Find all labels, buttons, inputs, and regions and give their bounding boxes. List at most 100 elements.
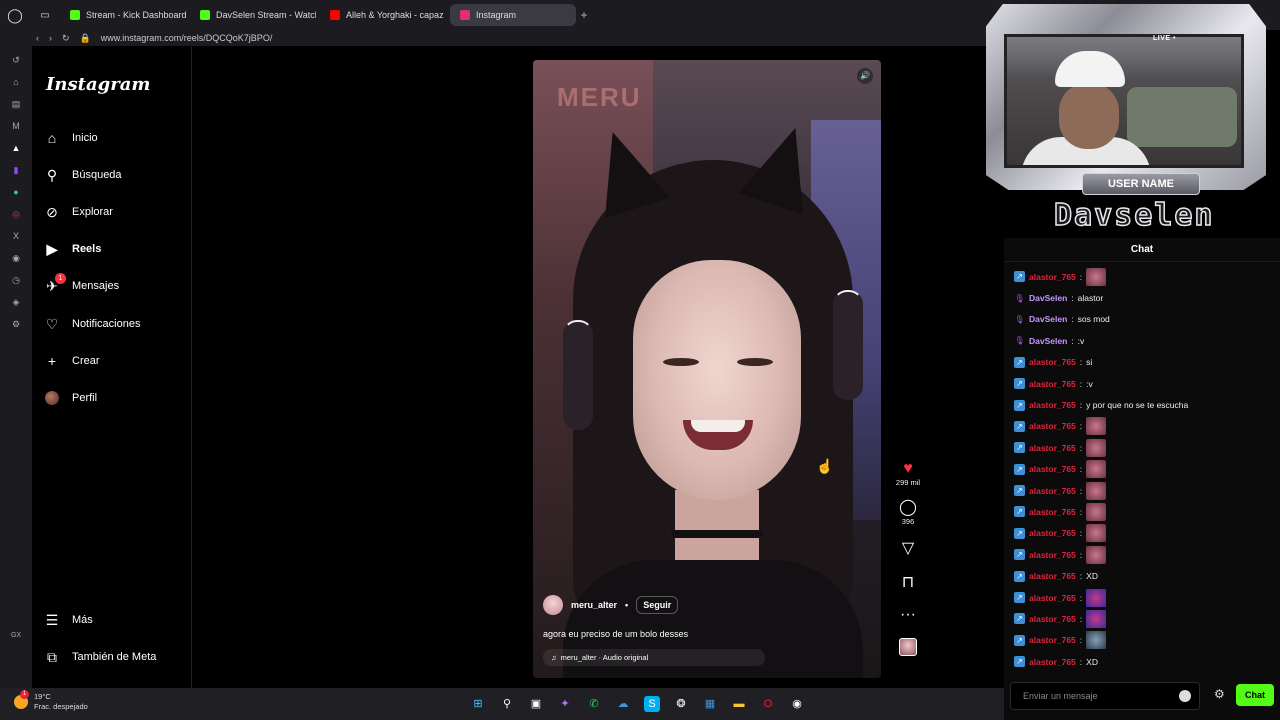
nav-explorar[interactable]: ⊘ Explorar	[44, 204, 113, 220]
chat-send-button[interactable]: Chat	[1236, 684, 1274, 706]
chat-username[interactable]: alastor_765	[1029, 571, 1076, 581]
like-button[interactable]: ♥ 299 mil	[896, 460, 920, 487]
author-avatar[interactable]	[543, 595, 563, 615]
settings-icon[interactable]: ⚙	[10, 318, 22, 330]
chat-colon: :	[1079, 656, 1083, 667]
chat-message: ↗ alastor_765:	[1014, 523, 1270, 544]
nav-mas[interactable]: ☰ Más	[44, 612, 93, 628]
browser-tab[interactable]: DavSelen Stream - Watch	[190, 4, 316, 26]
hand-cursor-icon: ☝	[816, 458, 834, 474]
chat-settings-icon[interactable]: ⚙	[1214, 687, 1225, 701]
nav-notificaciones[interactable]: ♡ Notificaciones	[44, 316, 141, 332]
obs-icon[interactable]: ◉	[789, 696, 805, 712]
chat-username[interactable]: alastor_765	[1029, 507, 1076, 517]
new-tab-button[interactable]: +	[576, 7, 592, 23]
tab-favicon-icon	[70, 10, 80, 20]
chat-username[interactable]: DavSelen	[1029, 314, 1067, 324]
browser-tab[interactable]: Alleh & Yorghaki - capaz	[320, 4, 446, 26]
file-explorer-icon[interactable]: ▬	[731, 696, 747, 712]
reel-video[interactable]: MERU 🔊 meru_alter • Seguir agora eu prec…	[533, 60, 881, 678]
comment-button[interactable]: ◯ 396	[899, 499, 917, 526]
chat-username[interactable]: alastor_765	[1029, 593, 1076, 603]
twitch-icon[interactable]: ▮	[10, 164, 22, 176]
webcam-feed	[1004, 34, 1244, 168]
nav-meta[interactable]: ⧉ También de Meta	[44, 649, 156, 665]
store-icon[interactable]: ▦	[702, 696, 718, 712]
follow-button[interactable]: Seguir	[636, 596, 679, 614]
tab-list: Stream - Kick Dashboard DavSelen Stream -…	[60, 4, 576, 26]
clock-icon[interactable]: ◷	[10, 274, 22, 286]
instagram-logo[interactable]: Instagram	[46, 74, 150, 95]
windows-start-icon[interactable]: ⊞	[470, 696, 486, 712]
nav-label: Mensajes	[72, 280, 120, 292]
m-app-icon[interactable]: M	[10, 120, 22, 132]
whatsapp-icon[interactable]: ✆	[586, 696, 602, 712]
history-icon[interactable]: ↺	[10, 54, 22, 66]
audio-thumbnail[interactable]	[899, 638, 917, 656]
nav-mensajes[interactable]: ✈ 1 Mensajes	[44, 273, 120, 294]
nav-crear[interactable]: + Crear	[44, 353, 100, 369]
back-icon[interactable]: ‹	[36, 33, 39, 43]
browser-tab[interactable]: Stream - Kick Dashboard	[60, 4, 186, 26]
chat-username[interactable]: alastor_765	[1029, 421, 1076, 431]
onedrive-icon[interactable]: ☁	[615, 696, 631, 712]
chat-username[interactable]: alastor_765	[1029, 443, 1076, 453]
ai-icon[interactable]: ▲	[10, 142, 22, 154]
chat-text: XD	[1086, 571, 1098, 582]
emoji-icon[interactable]	[1179, 690, 1191, 702]
chat-username[interactable]: alastor_765	[1029, 272, 1076, 282]
search-icon[interactable]: ⚲	[499, 696, 515, 712]
subscriber-badge-icon: ↗	[1014, 613, 1025, 625]
wallet-icon[interactable]: ▤	[10, 98, 22, 110]
chat-username[interactable]: DavSelen	[1029, 293, 1067, 303]
chat-username[interactable]: alastor_765	[1029, 357, 1076, 367]
chat-username[interactable]: alastor_765	[1029, 614, 1076, 624]
nav-inicio[interactable]: ⌂ Inicio	[44, 130, 98, 146]
forward-icon[interactable]: ›	[49, 33, 52, 43]
skype-icon[interactable]: S	[644, 696, 660, 712]
windows-taskbar: 1 19°C Frac. despejado ⊞ ⚲ ▣ ✦ ✆ ☁ S ❂ ▦…	[0, 688, 1004, 720]
browser-tab[interactable]: Instagram	[450, 4, 576, 26]
whatsapp-icon[interactable]: ●	[10, 186, 22, 198]
chat-username[interactable]: alastor_765	[1029, 635, 1076, 645]
copilot-icon[interactable]: ✦	[557, 696, 573, 712]
tab-workspace-icon[interactable]: ▭	[30, 0, 60, 30]
x-icon[interactable]: X	[10, 230, 22, 242]
chat-username[interactable]: alastor_765	[1029, 486, 1076, 496]
author-username[interactable]: meru_alter	[571, 600, 617, 610]
nav-label: Explorar	[72, 206, 113, 218]
nav-perfil[interactable]: Perfil	[44, 390, 97, 406]
chat-username[interactable]: alastor_765	[1029, 400, 1076, 410]
comment-icon: ◯	[899, 499, 917, 516]
chat-username[interactable]: alastor_765	[1029, 550, 1076, 560]
nav-reels[interactable]: ▶ Reels	[44, 241, 102, 257]
player-icon[interactable]: ◉	[10, 252, 22, 264]
weather-widget[interactable]: 1 19°C Frac. despejado	[14, 690, 88, 712]
subscriber-badge-icon: ↗	[1014, 656, 1025, 668]
save-button[interactable]: ⊓	[902, 574, 914, 592]
opera-logo-icon[interactable]: ◯	[0, 0, 30, 30]
chat-colon: :	[1079, 592, 1083, 603]
chat-username[interactable]: DavSelen	[1029, 336, 1067, 346]
opera-icon[interactable]: O	[760, 696, 776, 712]
chat-colon: :	[1079, 485, 1083, 496]
chat-input[interactable]: Enviar un mensaje	[1010, 682, 1200, 710]
chat-text: :v	[1086, 378, 1093, 389]
chat-username[interactable]: alastor_765	[1029, 528, 1076, 538]
chat-username[interactable]: alastor_765	[1029, 379, 1076, 389]
more-options-button[interactable]: ···	[900, 606, 916, 624]
share-button[interactable]: ▽	[902, 540, 914, 558]
gx-icon[interactable]: GX	[10, 630, 22, 642]
url-field[interactable]: www.instagram.com/reels/DQCQoK7jBPO/	[101, 33, 273, 43]
instagram-icon[interactable]: ◎	[10, 208, 22, 220]
volume-icon[interactable]: 🔊	[857, 68, 873, 84]
extensions-icon[interactable]: ◈	[10, 296, 22, 308]
bookmark-icon[interactable]: ⌂	[10, 76, 22, 88]
chatgpt-icon[interactable]: ❂	[673, 696, 689, 712]
task-view-icon[interactable]: ▣	[528, 696, 544, 712]
audio-pill[interactable]: ♫ meru_alter · Audio original	[543, 649, 765, 666]
chat-username[interactable]: alastor_765	[1029, 657, 1076, 667]
reload-icon[interactable]: ↻	[62, 33, 70, 44]
chat-username[interactable]: alastor_765	[1029, 464, 1076, 474]
nav-busqueda[interactable]: ⚲ Búsqueda	[44, 167, 122, 183]
